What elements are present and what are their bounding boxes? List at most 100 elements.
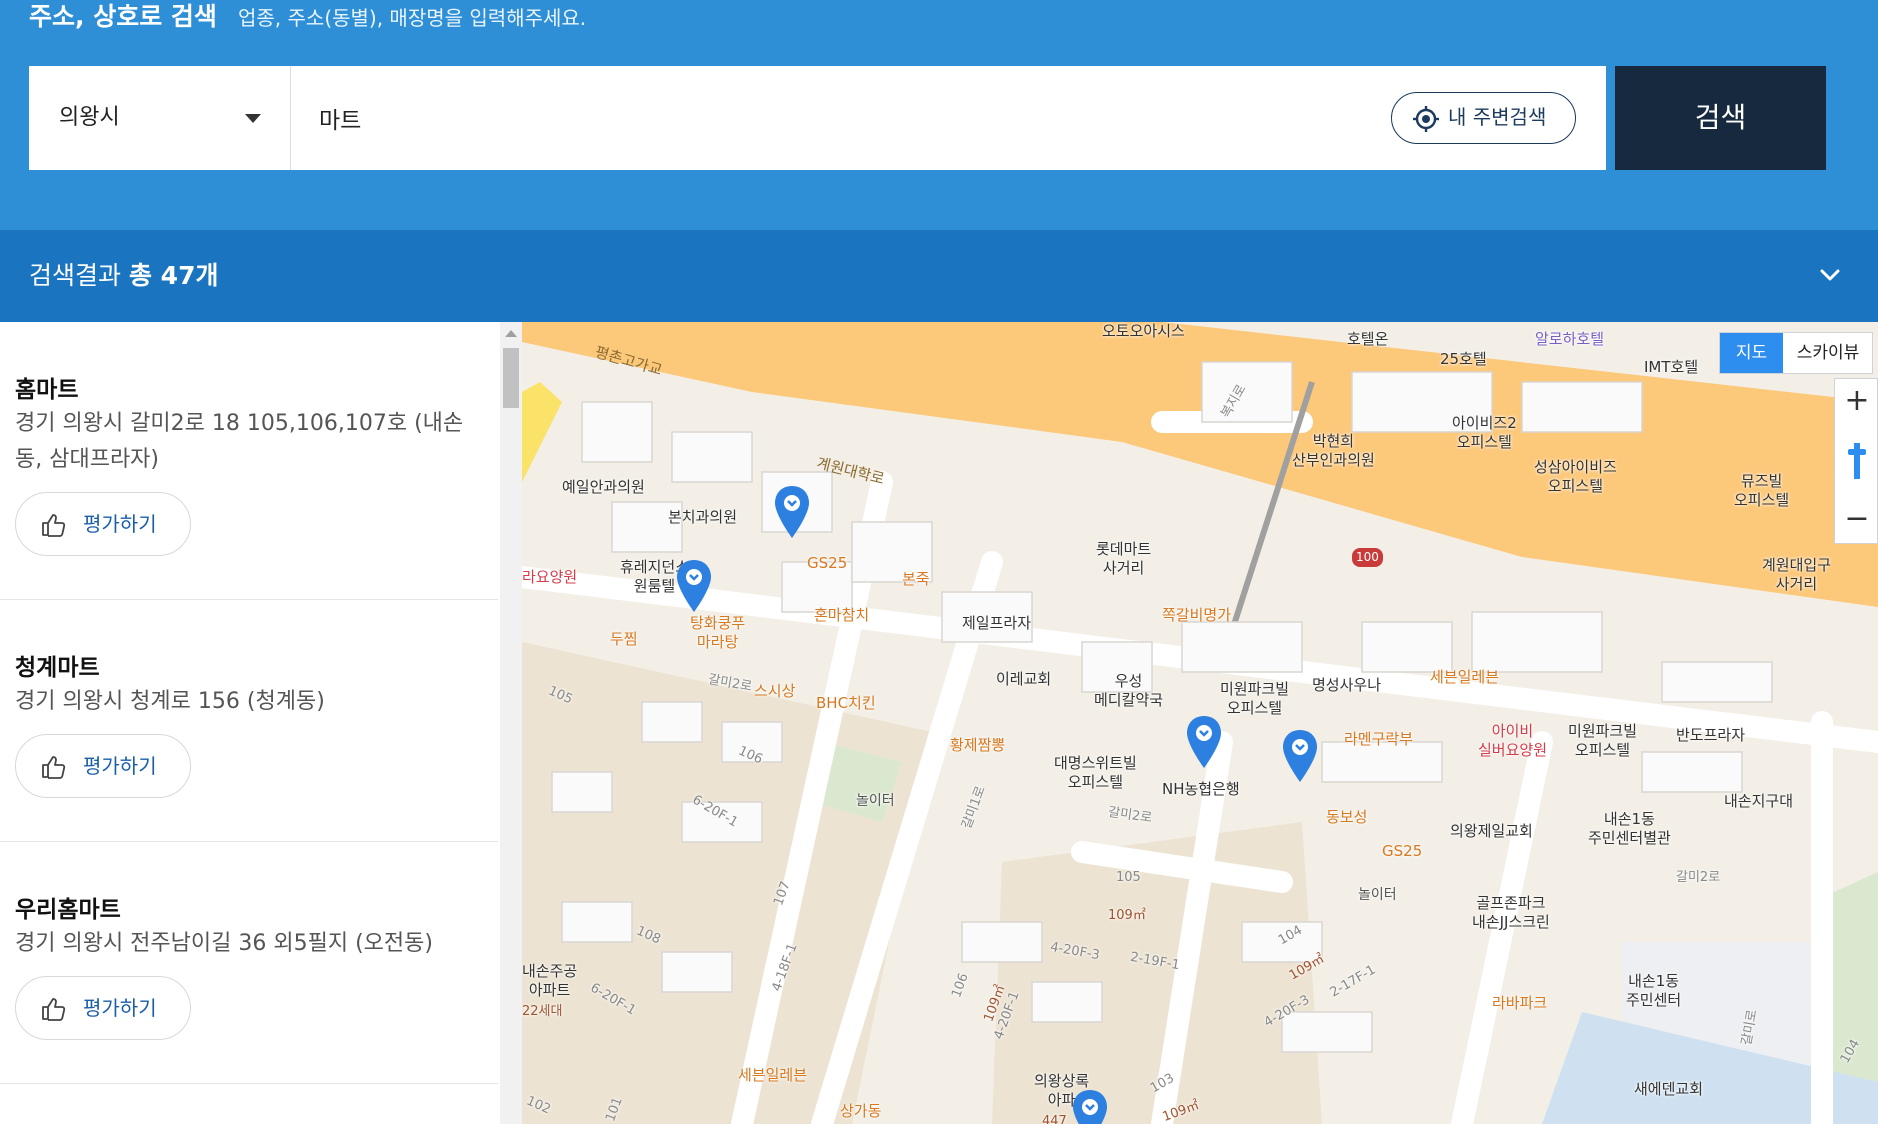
zoom-slider-handle[interactable] (1847, 441, 1867, 481)
search-header: 주소, 상호로 검색 업종, 주소(동별), 매장명을 입력해주세요. 의왕시 … (0, 0, 1878, 230)
search-box: 의왕시 내 주변검색 (29, 66, 1606, 170)
map-label-poi: 놀이터 (1358, 887, 1397, 903)
search-input[interactable] (319, 88, 1369, 148)
map-label-poi: 세븐일레븐 (1430, 668, 1500, 686)
map-label-poi: 라바파크 (1492, 994, 1548, 1012)
map-label-poi: 아이비즈2 오피스텔 (1452, 414, 1517, 451)
map-label-area: 109㎡ (1108, 908, 1146, 923)
map-pin-icon[interactable] (674, 558, 714, 614)
store-name: 홈마트 (15, 377, 79, 403)
map-label-poi: 제일프라자 (962, 614, 1032, 632)
zoom-control: + − (1834, 378, 1878, 544)
map-label-building: 105 (1116, 870, 1141, 885)
store-item[interactable]: 홈마트 경기 의왕시 갈미2로 18 105,106,107호 (내손동, 삼대… (0, 322, 498, 600)
rate-button[interactable]: 평가하기 (15, 734, 191, 798)
map-label-poi: 아이비 실버요양원 (1478, 722, 1548, 759)
map-label-poi: 알로하호텔 (1535, 330, 1605, 348)
map-label-poi: 탕화쿵푸 마라탕 (690, 614, 746, 651)
map-pin-icon[interactable] (1184, 714, 1224, 770)
map-label-poi: 우성 메디칼약국 (1094, 672, 1164, 709)
map-label-poi: 라멘구락부 (1344, 730, 1414, 748)
region-value: 의왕시 (59, 105, 120, 130)
map-label-poi: GS25 (807, 554, 848, 572)
map-label-poi: 오토오아시스 (1102, 322, 1185, 340)
map-label-road: 갈미2로 (1676, 870, 1721, 885)
map-view[interactable]: 평촌고가교 계원대학로 오토오아시스 호텔온 25호텔 알로하호텔 IMT호텔 … (522, 322, 1878, 1124)
map-type-map-button[interactable]: 지도 (1720, 333, 1783, 373)
search-hint: 업종, 주소(동별), 매장명을 입력해주세요. (238, 6, 587, 30)
search-button[interactable]: 검색 (1615, 66, 1826, 170)
scroll-up-arrow-icon[interactable] (505, 330, 517, 337)
map-label-poi: 25호텔 (1440, 350, 1487, 368)
location-target-icon (1413, 106, 1439, 132)
map-type-toggle: 지도 스카이뷰 (1719, 332, 1873, 374)
map-label-poi: 혼마참치 (814, 606, 870, 624)
map-type-skyview-button[interactable]: 스카이뷰 (1783, 333, 1873, 373)
results-prefix: 검색결과 (29, 261, 122, 290)
store-address: 경기 의왕시 청계로 156 (청계동) (15, 689, 325, 714)
map-label-poi: 본죽 (902, 570, 930, 588)
map-label-poi: 내손주공 아파트 (522, 962, 578, 999)
map-label-poi: 세븐일레븐 (738, 1066, 808, 1084)
map-label-poi: 박현희 산부인과의원 (1292, 432, 1375, 469)
map-label-poi: 롯데마트 사거리 (1096, 540, 1152, 577)
nearby-search-button[interactable]: 내 주변검색 (1391, 92, 1576, 144)
thumbs-up-icon (42, 514, 66, 537)
store-item[interactable]: 우리홈마트 경기 의왕시 전주남이길 36 외5필지 (오전동) 평가하기 (0, 842, 498, 1084)
map-label-poi: 쪽갈비명가 (1162, 606, 1232, 624)
list-scrollbar[interactable] (500, 322, 522, 1124)
map-pin-icon[interactable] (772, 484, 812, 540)
map-label-poi: 호텔온 (1347, 330, 1389, 348)
map-label-poi: 스시상 (754, 682, 796, 700)
map-label-poi: 내손1동 주민센터별관 (1588, 810, 1671, 847)
results-bar[interactable]: 검색결과 총 47개 (0, 230, 1878, 322)
nearby-search-label: 내 주변검색 (1448, 105, 1547, 129)
map-pin-icon[interactable] (1280, 728, 1320, 784)
store-list: 홈마트 경기 의왕시 갈미2로 18 105,106,107호 (내손동, 삼대… (0, 322, 500, 1124)
map-label-poi: 계원대입구 사거리 (1762, 556, 1832, 593)
store-name: 청계마트 (15, 655, 100, 681)
map-label-poi: 미원파크빌 오피스텔 (1220, 680, 1290, 717)
map-label-poi: NH농협은행 (1162, 780, 1240, 798)
map-label-poi: 동보성 (1326, 808, 1368, 826)
zoom-in-button[interactable]: + (1835, 379, 1878, 423)
results-count: 검색결과 총 47개 (29, 230, 218, 322)
map-label-poi: 새에덴교회 (1634, 1080, 1704, 1098)
map-label-poi: IMT호텔 (1644, 358, 1699, 376)
rate-button[interactable]: 평가하기 (15, 492, 191, 556)
scroll-thumb[interactable] (503, 348, 519, 408)
map-label-households: 447 (1042, 1114, 1067, 1124)
map-label-poi: GS25 (1382, 842, 1423, 860)
map-label-poi: 상가동 (840, 1102, 882, 1120)
map-label-poi: 반도프라자 (1676, 726, 1746, 744)
map-label-poi: 뮤즈빌 오피스텔 (1734, 472, 1790, 509)
chevron-down-icon[interactable] (1818, 263, 1842, 287)
map-label-poi: 의왕제일교회 (1450, 822, 1533, 840)
zoom-out-button[interactable]: − (1835, 499, 1878, 543)
rate-label: 평가하기 (83, 996, 157, 1020)
map-label-poi: 내손지구대 (1724, 792, 1794, 810)
map-label-poi: 성삼아이비즈 오피스텔 (1534, 458, 1617, 495)
map-label-poi: 황제짬뽕 (950, 736, 1006, 754)
region-select[interactable]: 의왕시 (29, 66, 291, 170)
store-item[interactable]: 청계마트 경기 의왕시 청계로 156 (청계동) 평가하기 (0, 600, 498, 842)
rate-button[interactable]: 평가하기 (15, 976, 191, 1040)
store-address: 경기 의왕시 전주남이길 36 외5필지 (오전동) (15, 931, 433, 956)
map-label-poi: 대명스위트빌 오피스텔 (1054, 754, 1137, 791)
map-label-poi: 내손1동 주민센터 (1626, 972, 1682, 1009)
map-label-poi: 라요양원 (522, 568, 578, 586)
page-title: 주소, 상호로 검색 (29, 2, 217, 31)
map-label-poi: 본치과의원 (668, 508, 738, 526)
map-pin-icon[interactable] (1070, 1088, 1110, 1124)
map-label-poi: 골프존파크 내손JJ스크린 (1472, 894, 1550, 931)
map-label-route: 100 (1352, 548, 1383, 567)
map-label-poi: 놀이터 (856, 793, 895, 809)
map-label-poi: 이레교회 (996, 670, 1052, 688)
store-address: 경기 의왕시 갈미2로 18 105,106,107호 (내손동, 삼대프라자) (15, 411, 464, 472)
map-label-poi: 명성사우나 (1312, 676, 1382, 694)
map-label-poi: 미원파크빌 오피스텔 (1568, 722, 1638, 759)
map-label-households: 22세대 (522, 1004, 563, 1019)
map-label-poi: BHC치킨 (816, 694, 876, 712)
map-label-poi: 예일안과의원 (562, 478, 645, 496)
results-total: 총 47개 (128, 261, 219, 290)
